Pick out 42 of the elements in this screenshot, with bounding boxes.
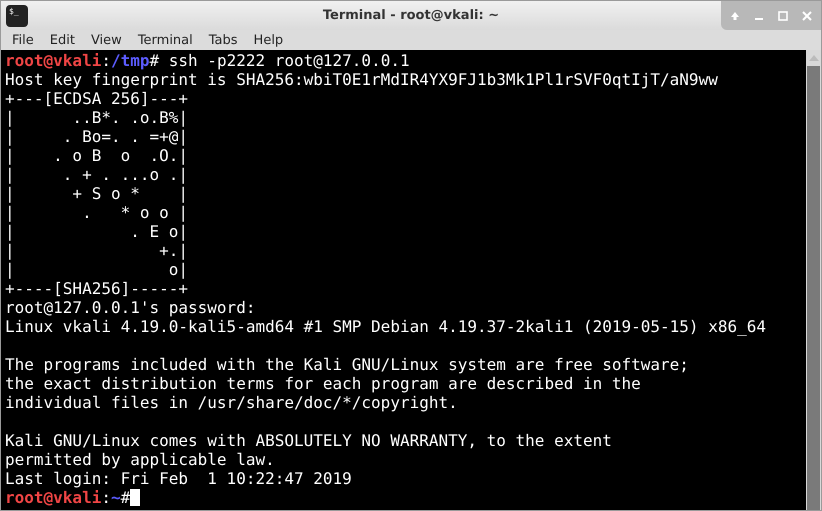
output-line: | . Bo=. . =+@|: [5, 127, 188, 146]
menu-item[interactable]: View: [82, 32, 130, 48]
prompt-path: /tmp: [110, 51, 150, 70]
prompt-symbol: #: [150, 51, 160, 70]
prompt-separator: :: [101, 488, 111, 507]
output-line: Host key fingerprint is SHA256:wbiT0E1rMdIR4YX9FJ1b3Mk1Pl1rSVF0qtIjT/aN9ww: [5, 70, 718, 89]
output-line: +----[SHA256]-----+: [5, 279, 188, 298]
output-line: | . * o o |: [5, 203, 188, 222]
output-line: | ..B*. .o.B%|: [5, 108, 188, 127]
output-line: | . o B o .O.|: [5, 146, 188, 165]
prompt-separator: :: [101, 51, 111, 70]
output-line: Linux vkali 4.19.0-kali5-amd64 #1 SMP Debian 4.19.37-2kali1 (2019-05-15) x86_64: [5, 317, 766, 336]
menu-item[interactable]: Edit: [42, 32, 83, 48]
output-line: permitted by applicable law.: [5, 450, 275, 469]
window-title: Terminal - root@vkali: ~: [322, 8, 500, 23]
output-line: individual files in /usr/share/doc/*/copyright.: [5, 393, 458, 412]
output-line: The programs included with the Kali GNU/Linux system are free software;: [5, 355, 689, 374]
terminal-app-icon[interactable]: $_: [6, 4, 28, 26]
output-line: | o|: [5, 260, 188, 279]
output-line: Last login: Fri Feb 1 10:22:47 2019: [5, 469, 352, 488]
output-line: | . E o|: [5, 222, 188, 241]
menu-item[interactable]: File: [4, 32, 42, 48]
command-text: ssh -p2222 root@127.0.0.1: [168, 51, 410, 70]
output-line: the exact distribution terms for each program are described in the: [5, 374, 641, 393]
prompt-user-host: root@vkali: [5, 488, 102, 507]
output-line: | + S o * |: [5, 184, 188, 203]
output-line: | . + . ...o .|: [5, 165, 188, 184]
output-line: +---[ECDSA 256]---+: [5, 89, 188, 108]
prompt-path: ~: [110, 488, 121, 507]
maximize-icon[interactable]: [777, 10, 789, 22]
menu-item[interactable]: Tabs: [200, 32, 246, 48]
output-line: | +.|: [5, 241, 188, 260]
output-line: Kali GNU/Linux comes with ABSOLUTELY NO WARRANTY, to the extent: [5, 431, 612, 450]
scrollbar-thumb[interactable]: [807, 66, 820, 510]
menu-item[interactable]: Terminal: [130, 32, 201, 48]
keep-above-icon[interactable]: [729, 10, 741, 22]
scrollbar[interactable]: [806, 50, 821, 510]
close-icon[interactable]: [801, 10, 813, 22]
output-line: root@127.0.0.1's password:: [5, 298, 256, 317]
menu-item[interactable]: Help: [246, 32, 292, 48]
prompt-user-host: root@vkali: [5, 51, 102, 70]
prompt-symbol: #: [120, 488, 130, 507]
